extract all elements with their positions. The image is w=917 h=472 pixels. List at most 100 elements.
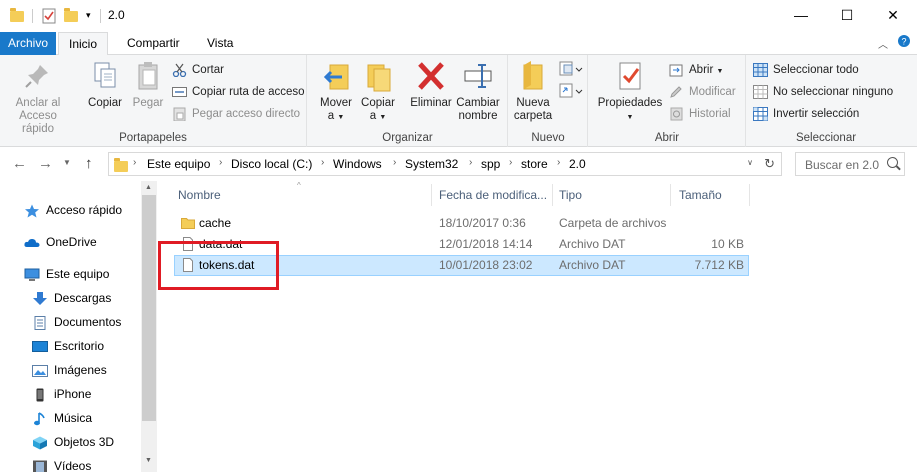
open-button[interactable]: Abrir ▼ bbox=[669, 60, 723, 80]
history-button[interactable]: Historial bbox=[669, 104, 731, 124]
breadcrumb-este-equipo[interactable]: Este equipo bbox=[147, 157, 210, 171]
column-header-tipo[interactable]: Tipo bbox=[559, 188, 582, 202]
chevron-down-icon: ▼ bbox=[379, 114, 387, 121]
copy-button[interactable]: Copiar bbox=[85, 59, 125, 110]
delete-x-icon bbox=[415, 59, 447, 93]
cube-icon bbox=[32, 435, 48, 450]
help-icon[interactable]: ? bbox=[897, 34, 911, 51]
chevron-up-icon[interactable]: ︿ bbox=[878, 36, 888, 51]
new-item-button[interactable] bbox=[559, 61, 583, 77]
open-icon bbox=[669, 63, 684, 77]
file-type: Carpeta de archivos bbox=[559, 216, 667, 230]
chevron-right-icon: › bbox=[393, 157, 397, 168]
column-divider[interactable] bbox=[431, 184, 432, 206]
paste-label: Pegar bbox=[132, 97, 164, 109]
back-arrow-icon[interactable]: ← bbox=[12, 155, 27, 172]
chevron-down-icon[interactable]: ▾ bbox=[86, 10, 96, 26]
edit-button[interactable]: Modificar bbox=[669, 82, 736, 102]
move-folder-icon bbox=[320, 59, 352, 93]
divider bbox=[32, 9, 33, 23]
chevron-down-icon[interactable]: ▼ bbox=[63, 158, 71, 167]
select-none-label: No seleccionar ninguno bbox=[773, 86, 894, 98]
new-folder-button[interactable]: Nueva carpeta bbox=[513, 59, 553, 123]
desktop-icon bbox=[32, 339, 48, 353]
select-none-button[interactable]: No seleccionar ninguno bbox=[753, 82, 893, 102]
invert-selection-button[interactable]: Invertir selección bbox=[753, 104, 859, 124]
forward-arrow-icon[interactable]: → bbox=[38, 155, 53, 172]
address-bar[interactable]: › Este equipo › Disco local (C:) › Windo… bbox=[108, 152, 782, 176]
breadcrumb-disco-local[interactable]: Disco local (C:) bbox=[231, 157, 312, 171]
rename-label-line2: nombre bbox=[458, 110, 498, 122]
column-header-nombre[interactable]: Nombre bbox=[178, 188, 221, 202]
delete-button[interactable]: Eliminar bbox=[408, 59, 454, 110]
navigation-pane: Acceso rápido OneDrive Este equipo Desca… bbox=[0, 181, 157, 472]
invert-selection-icon bbox=[753, 107, 768, 121]
move-to-button[interactable]: Mover a ▼ bbox=[316, 59, 356, 124]
close-button[interactable]: ✕ bbox=[870, 0, 916, 30]
scrollbar-thumb[interactable] bbox=[142, 195, 156, 421]
group-nuevo: Nueva carpeta Nuevo bbox=[509, 55, 588, 147]
group-portapapeles: Anclar al Acceso rápido Copiar Pegar Cor… bbox=[0, 55, 307, 147]
column-divider[interactable] bbox=[749, 184, 750, 206]
properties-check-icon bbox=[614, 59, 646, 93]
copy-path-button[interactable]: Copiar ruta de acceso bbox=[172, 82, 305, 102]
easy-access-button[interactable] bbox=[559, 83, 583, 99]
sort-chevron-up-icon: ^ bbox=[297, 181, 301, 190]
file-date: 10/01/2018 23:02 bbox=[439, 258, 533, 272]
breadcrumb-windows[interactable]: Windows bbox=[333, 157, 382, 171]
search-box[interactable]: Buscar en 2.0 bbox=[795, 152, 905, 176]
nav-label: Objetos 3D bbox=[54, 435, 115, 449]
copy-icon bbox=[89, 59, 121, 93]
new-folder-icon[interactable] bbox=[64, 8, 80, 24]
up-arrow-icon[interactable]: ↑ bbox=[85, 155, 93, 172]
properties-button[interactable]: Propiedades ▼ bbox=[595, 59, 665, 124]
paste-button[interactable]: Pegar bbox=[128, 59, 168, 110]
group-abrir: Propiedades ▼ Abrir ▼ Modificar Historia… bbox=[589, 55, 746, 147]
tab-vista[interactable]: Vista bbox=[197, 32, 243, 55]
maximize-button[interactable]: ☐ bbox=[824, 0, 870, 30]
invert-selection-label: Invertir selección bbox=[773, 108, 860, 120]
select-all-button[interactable]: Seleccionar todo bbox=[753, 60, 859, 80]
rename-button[interactable]: Cambiar nombre bbox=[454, 59, 502, 123]
chevron-right-icon: › bbox=[219, 157, 223, 168]
scroll-up-icon[interactable]: ▲ bbox=[145, 184, 152, 191]
chevron-right-icon: › bbox=[557, 157, 561, 168]
scroll-down-icon[interactable]: ▼ bbox=[145, 457, 152, 464]
column-divider[interactable] bbox=[670, 184, 671, 206]
column-header-fecha[interactable]: Fecha de modifica... bbox=[439, 188, 547, 202]
tab-archivo[interactable]: Archivo bbox=[0, 32, 56, 55]
pin-icon bbox=[22, 59, 54, 93]
group-label-portapapeles: Portapapeles bbox=[119, 132, 187, 144]
breadcrumb-spp[interactable]: spp bbox=[481, 157, 500, 171]
cut-button[interactable]: Cortar bbox=[172, 60, 224, 80]
copy-to-button[interactable]: Copiar a ▼ bbox=[358, 59, 398, 124]
minimize-button[interactable]: — bbox=[778, 0, 824, 30]
column-divider[interactable] bbox=[552, 184, 553, 206]
rename-icon bbox=[462, 59, 494, 93]
search-input[interactable]: Buscar en 2.0 bbox=[805, 158, 879, 172]
breadcrumb-current[interactable]: 2.0 bbox=[569, 157, 586, 171]
tab-inicio[interactable]: Inicio bbox=[58, 32, 109, 56]
chevron-right-icon: › bbox=[469, 157, 473, 168]
paste-shortcut-button[interactable]: Pegar acceso directo bbox=[172, 104, 300, 124]
breadcrumb-store[interactable]: store bbox=[521, 157, 548, 171]
search-icon bbox=[887, 157, 898, 168]
column-header-tamano[interactable]: Tamaño bbox=[679, 188, 722, 202]
paste-shortcut-label: Pegar acceso directo bbox=[192, 108, 301, 120]
copy-folder-icon bbox=[362, 59, 394, 93]
pin-quick-access-button[interactable]: Anclar al Acceso rápido bbox=[6, 59, 70, 136]
properties-label: Propiedades bbox=[597, 97, 663, 109]
new-folder-label-line1: Nueva bbox=[516, 97, 550, 109]
new-item-icon bbox=[559, 61, 583, 76]
breadcrumb-system32[interactable]: System32 bbox=[405, 157, 458, 171]
file-size: 10 KB bbox=[711, 237, 744, 251]
properties-check-icon[interactable] bbox=[42, 8, 58, 24]
refresh-icon[interactable]: ↻ bbox=[764, 156, 775, 172]
move-label-line1: Mover bbox=[320, 97, 352, 109]
nav-pane-scrollbar[interactable]: ▲ ▼ bbox=[141, 181, 157, 472]
tab-compartir[interactable]: Compartir bbox=[117, 32, 190, 55]
nav-label: iPhone bbox=[54, 387, 92, 401]
chevron-down-icon: ▼ bbox=[337, 114, 345, 121]
file-row-cache[interactable]: cache 18/10/2017 0:36 Carpeta de archivo… bbox=[174, 213, 749, 234]
chevron-down-icon[interactable]: ∨ bbox=[747, 158, 753, 167]
